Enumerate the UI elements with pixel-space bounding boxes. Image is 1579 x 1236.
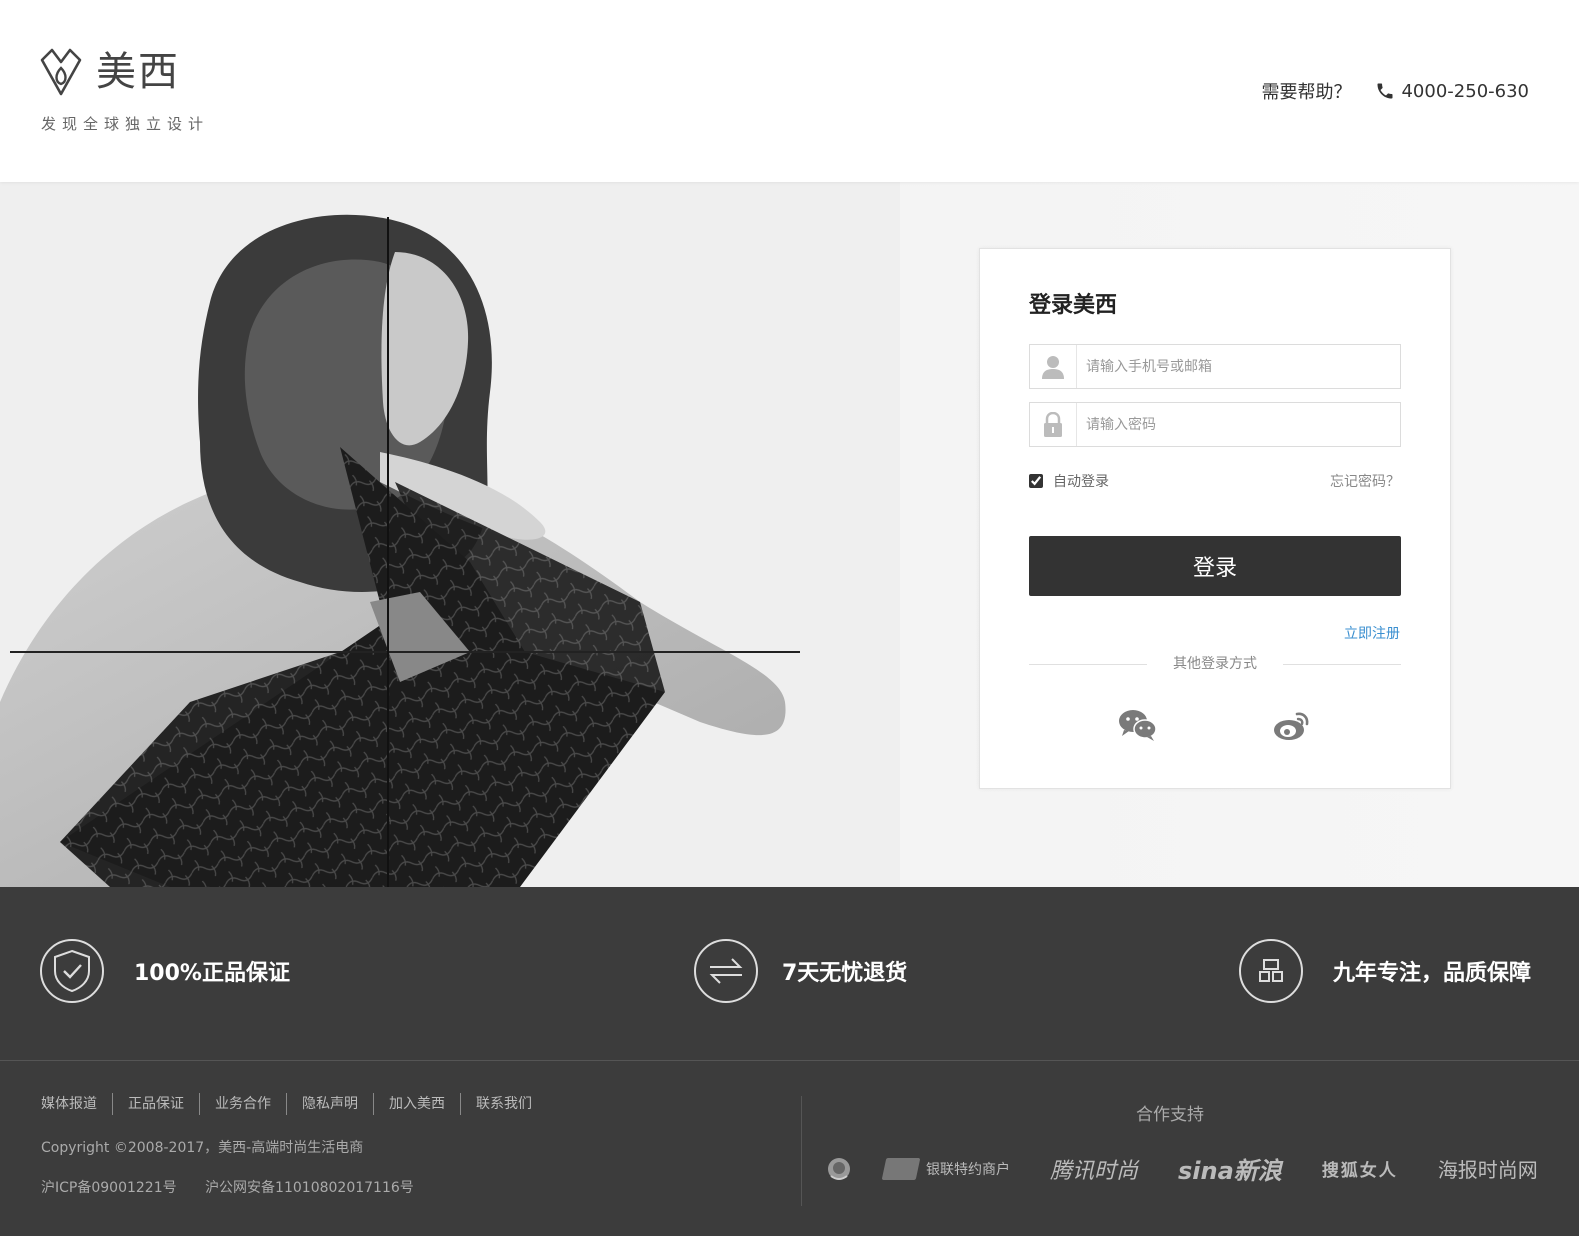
license-info: 沪ICP备09001221号 沪公网安备11010802017116号: [41, 1177, 414, 1197]
login-card: 登录美西 自动登录 忘记密码？: [979, 248, 1451, 789]
weibo-login-button[interactable]: [1272, 707, 1312, 743]
partner-logos: 银联特约商户 腾讯时尚 sina新浪 搜狐女人 海报时尚网: [826, 1151, 1538, 1186]
footer-link-privacy[interactable]: 隐私声明: [286, 1093, 373, 1115]
partner-label: sina新浪: [1178, 1157, 1282, 1185]
footer-link-media[interactable]: 媒体报道: [41, 1093, 112, 1115]
hero-fashion-image: [0, 182, 900, 887]
phone-icon: [1377, 83, 1393, 99]
wechat-icon: [1119, 710, 1157, 741]
partners-title: 合作支持: [1136, 1105, 1204, 1125]
promise-text: 100%正品保证: [134, 961, 290, 986]
promise-text: 九年专注，品质保障: [1333, 961, 1532, 986]
promise-text: 7天无忧退货: [782, 961, 908, 986]
login-title: 登录美西: [1029, 293, 1118, 318]
username-input[interactable]: [1086, 353, 1386, 380]
wechat-login-button[interactable]: [1118, 707, 1158, 743]
user-icon: [1030, 345, 1077, 388]
promise-band: 100%正品保证 7天无忧退货 九年专注，品质保障: [0, 887, 1579, 1060]
weibo-icon: [1274, 712, 1309, 740]
copyright-text: Copyright ©2008-2017，美西-高端时尚生活电商: [41, 1140, 364, 1156]
footer-links: 媒体报道 正品保证 业务合作 隐私声明 加入美西 联系我们: [41, 1093, 547, 1115]
help-link[interactable]: 需要帮助？: [1261, 78, 1351, 104]
promise-returns: 7天无忧退货: [694, 939, 907, 1003]
unionpay-logo-icon: [881, 1157, 921, 1180]
password-input[interactable]: [1086, 411, 1386, 438]
grid-icon: [1239, 939, 1303, 1003]
shield-check-icon: [40, 939, 104, 1003]
auto-login-option[interactable]: 自动登录: [1029, 471, 1109, 491]
footer-link-business[interactable]: 业务合作: [199, 1093, 286, 1115]
partner-label: 银联特约商户: [926, 1161, 1010, 1178]
hero-section: 登录美西 自动登录 忘记密码？: [0, 182, 1579, 887]
partner-sohu[interactable]: 搜狐女人: [1322, 1156, 1398, 1181]
partner-sina[interactable]: sina新浪: [1178, 1151, 1282, 1186]
partner-label: 海报时尚网: [1437, 1158, 1538, 1182]
auto-login-label: 自动登录: [1053, 474, 1109, 490]
partner-haibao[interactable]: 海报时尚网: [1438, 1154, 1538, 1183]
divider-line: [1283, 664, 1401, 665]
footer-link-authentic[interactable]: 正品保证: [112, 1093, 199, 1115]
icp-number[interactable]: 沪ICP备09001221号: [41, 1180, 177, 1196]
password-field[interactable]: [1029, 402, 1401, 447]
site-footer: 媒体报道 正品保证 业务合作 隐私声明 加入美西 联系我们 Copyright …: [0, 1060, 1579, 1236]
register-link[interactable]: 立即注册: [1344, 623, 1400, 643]
police-record[interactable]: 沪公网安备11010802017116号: [205, 1180, 414, 1196]
lock-icon: [1030, 403, 1077, 446]
footer-link-contact[interactable]: 联系我们: [460, 1093, 547, 1115]
login-button[interactable]: 登录: [1029, 536, 1401, 596]
logo-text[interactable]: 美西: [96, 46, 180, 98]
exchange-arrows-icon: [694, 939, 758, 1003]
footer-link-join[interactable]: 加入美西: [373, 1093, 460, 1115]
partner-unionpay[interactable]: 银联特约商户: [881, 1157, 1010, 1180]
footer-divider: [801, 1096, 802, 1206]
other-login-divider: 其他登录方式: [1029, 654, 1401, 674]
promise-authentic: 100%正品保证: [40, 939, 290, 1003]
auto-login-checkbox[interactable]: [1029, 474, 1043, 488]
username-field[interactable]: [1029, 344, 1401, 389]
logo-icon[interactable]: [38, 46, 84, 98]
promise-quality: 九年专注，品质保障: [1239, 939, 1531, 1003]
site-header: 美西 发现全球独立设计 需要帮助？ 4000-250-630: [0, 0, 1579, 182]
partner-tencent[interactable]: 腾讯时尚: [1050, 1153, 1138, 1185]
phone-number[interactable]: 4000-250-630: [1401, 81, 1529, 102]
partner-label: 腾讯时尚: [1050, 1158, 1139, 1184]
brand-tagline: 发现全球独立设计: [41, 115, 210, 133]
help-contact: 需要帮助？ 4000-250-630: [1261, 78, 1529, 104]
forgot-password-link[interactable]: 忘记密码？: [1330, 471, 1400, 491]
partner-label: 搜狐女人: [1321, 1161, 1398, 1181]
police-badge-icon[interactable]: [826, 1156, 852, 1182]
